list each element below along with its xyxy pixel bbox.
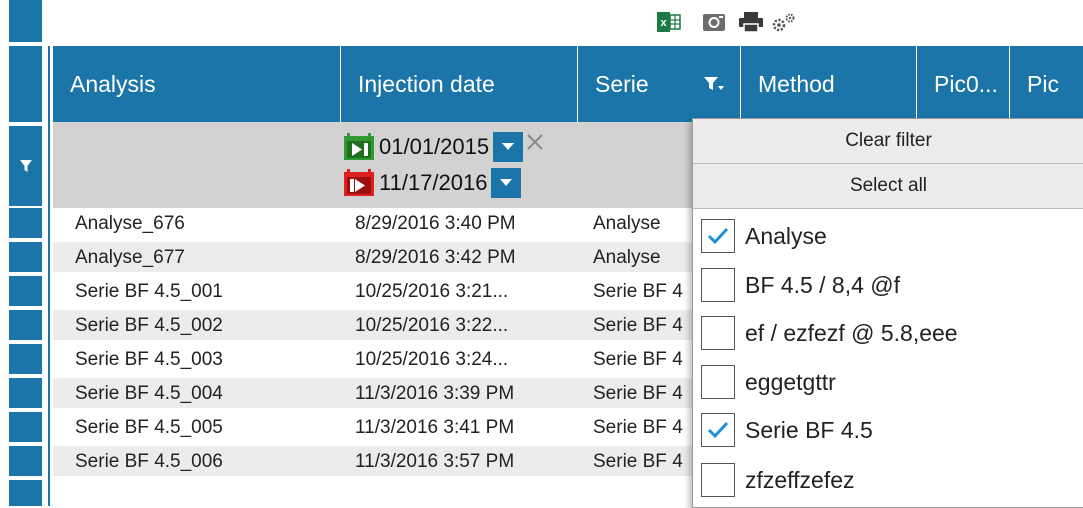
filter-option-bf[interactable]: BF 4.5 / 8,4 @f — [701, 264, 900, 306]
filter-option-serie-bf[interactable]: Serie BF 4.5 — [701, 409, 873, 451]
date-to-filter[interactable]: 11/17/2016 — [343, 168, 522, 198]
column-header-analysis[interactable]: Analysis — [53, 46, 340, 122]
date-to-dropdown-button[interactable] — [491, 168, 522, 198]
print-icon[interactable] — [737, 11, 765, 33]
filter-option-zfzeffzefez[interactable]: zfzeffzefez — [701, 459, 855, 501]
row-selector[interactable] — [9, 378, 42, 408]
row-selector[interactable] — [9, 310, 42, 340]
clear-filter-button[interactable]: Clear filter — [693, 119, 1083, 164]
cell-serie: Serie BF 4 — [593, 417, 683, 438]
cell-serie: Analyse — [593, 213, 661, 234]
chevron-down-icon — [500, 179, 513, 186]
row-selector[interactable] — [9, 208, 42, 238]
cell-analysis: Serie BF 4.5_001 — [75, 281, 223, 302]
checkbox-checked[interactable] — [701, 413, 735, 447]
settings-gears-icon[interactable] — [770, 11, 798, 33]
checkbox-unchecked[interactable] — [701, 365, 735, 399]
cell-injection-date: 11/3/2016 3:39 PM — [355, 383, 515, 404]
camera-icon[interactable] — [701, 11, 727, 33]
filter-option-ef[interactable]: ef / ezfezf @ 5.8,eee — [701, 312, 958, 354]
cell-serie: Analyse — [593, 247, 661, 268]
date-to-value: 11/17/2016 — [379, 170, 488, 195]
cell-injection-date: 11/3/2016 3:57 PM — [355, 451, 515, 472]
row-selector[interactable] — [9, 480, 42, 506]
cell-analysis: Analyse_677 — [75, 247, 185, 268]
cell-injection-date: 8/29/2016 3:40 PM — [355, 213, 516, 234]
checkbox-checked[interactable] — [701, 219, 735, 253]
filter-dropdown-icon[interactable] — [703, 73, 725, 100]
cell-injection-date: 10/25/2016 3:22... — [355, 315, 509, 336]
cell-serie: Serie BF 4 — [593, 349, 683, 370]
checkbox-unchecked[interactable] — [701, 316, 735, 350]
cell-analysis: Analyse_676 — [75, 213, 185, 234]
column-header-pic[interactable]: Pic — [1009, 46, 1083, 122]
column-header-injection-date[interactable]: Injection date — [340, 46, 577, 122]
filter-icon — [19, 160, 32, 172]
chevron-down-icon — [502, 143, 515, 150]
cell-analysis: Serie BF 4.5_003 — [75, 349, 223, 370]
checkmark-icon — [707, 227, 729, 245]
row-header-corner[interactable] — [9, 46, 42, 122]
filter-toggle-cell[interactable] — [9, 126, 42, 206]
row-selector[interactable] — [9, 242, 42, 272]
column-header-serie[interactable]: Serie — [577, 46, 740, 122]
cell-injection-date: 11/3/2016 3:41 PM — [355, 417, 515, 438]
row-selector[interactable] — [9, 446, 42, 476]
date-from-dropdown-button[interactable] — [493, 132, 524, 162]
filter-option-eggetgttr[interactable]: eggetgttr — [701, 361, 836, 403]
row-selector[interactable] — [9, 412, 42, 442]
row-selector[interactable] — [9, 344, 42, 374]
cell-injection-date: 10/25/2016 3:24... — [355, 349, 509, 370]
column-splitter[interactable] — [48, 46, 50, 506]
grid-header: Analysis Injection date Serie Method Pic… — [53, 46, 1083, 122]
cell-injection-date: 10/25/2016 3:21... — [355, 281, 509, 302]
cell-serie: Serie BF 4 — [593, 281, 683, 302]
excel-export-icon[interactable]: x — [656, 11, 682, 33]
filter-option-analyse[interactable]: Analyse — [701, 215, 827, 257]
checkbox-unchecked[interactable] — [701, 268, 735, 302]
cell-serie: Serie BF 4 — [593, 383, 683, 404]
cell-analysis: Serie BF 4.5_006 — [75, 451, 223, 472]
cell-analysis: Serie BF 4.5_004 — [75, 383, 223, 404]
cell-serie: Serie BF 4 — [593, 451, 683, 472]
row-selector[interactable] — [9, 276, 42, 306]
clear-filter-x-icon[interactable] — [526, 133, 544, 151]
checkmark-icon — [707, 421, 729, 439]
column-header-pic0[interactable]: Pic0... — [916, 46, 1009, 122]
select-all-button[interactable]: Select all — [693, 164, 1083, 209]
date-start-icon — [344, 133, 374, 160]
cell-analysis: Serie BF 4.5_002 — [75, 315, 223, 336]
serie-filter-dropdown: Clear filter Select all Analyse BF 4.5 /… — [692, 118, 1083, 508]
date-from-value: 01/01/2015 — [379, 134, 490, 159]
column-header-method[interactable]: Method — [740, 46, 916, 122]
checkbox-unchecked[interactable] — [701, 463, 735, 497]
cell-serie: Serie BF 4 — [593, 315, 683, 336]
date-end-icon — [344, 169, 374, 196]
strip-top-cell — [9, 0, 42, 42]
svg-text:x: x — [660, 17, 667, 29]
cell-analysis: Serie BF 4.5_005 — [75, 417, 223, 438]
cell-injection-date: 8/29/2016 3:42 PM — [355, 247, 516, 268]
date-from-filter[interactable]: 01/01/2015 — [343, 132, 544, 162]
